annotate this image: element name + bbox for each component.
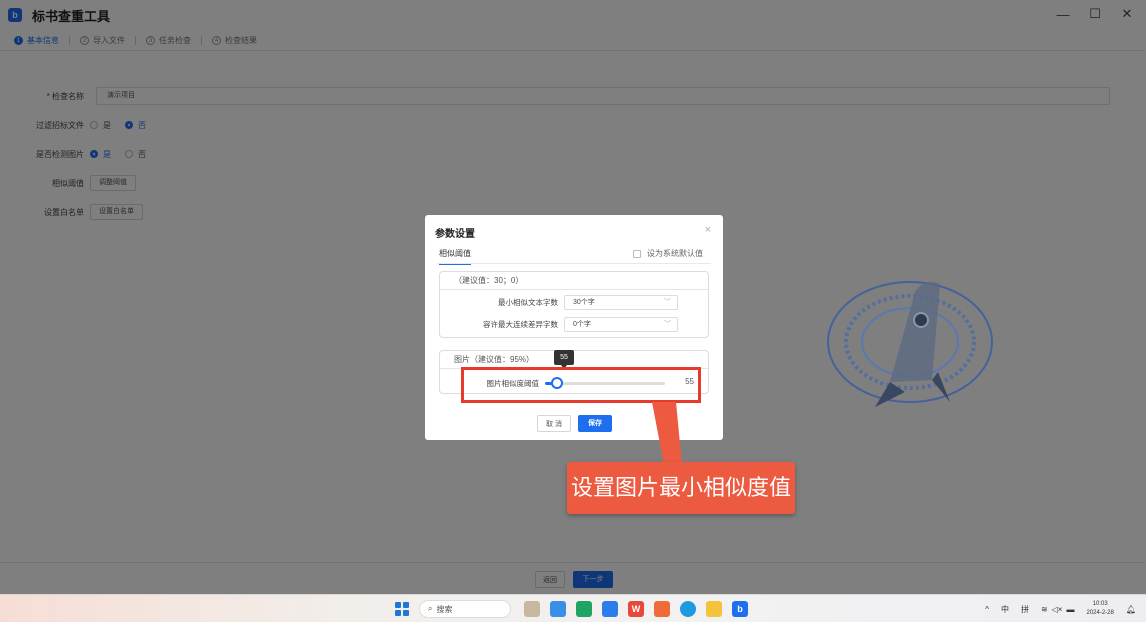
explorer-icon[interactable] <box>602 601 618 617</box>
annotation-callout: 设置图片最小相似度值 <box>567 462 795 514</box>
checkbox-icon <box>633 249 641 258</box>
dialog-title: 参数设置 <box>435 229 475 240</box>
max-diff-row: 容许最大连续差异字数 0个字 ﹀ <box>440 316 710 332</box>
rocket-illustration <box>827 281 993 407</box>
max-diff-select[interactable]: 0个字 ﹀ <box>564 316 678 332</box>
save-button[interactable]: 保存 <box>578 415 612 432</box>
battery-icon[interactable]: ▬ <box>1066 605 1074 614</box>
wifi-icon[interactable]: ≋ <box>1041 605 1048 614</box>
wechat-icon[interactable] <box>576 601 592 617</box>
mail-icon[interactable] <box>654 601 670 617</box>
bid-check-app-icon[interactable]: b <box>732 601 748 617</box>
search-placeholder: 搜索 <box>436 604 453 614</box>
assistant-icon[interactable] <box>550 601 566 617</box>
checkbox-label: 设为系统默认值 <box>647 249 703 258</box>
text-box-header: （建议值：30；0） <box>440 272 708 290</box>
taskbar-apps: ⌕ 搜索 W b <box>395 599 753 619</box>
text-threshold-box: （建议值：30；0） 最小相似文本字数 30个字 ﹀ 容许最大连续差异字数 0个… <box>439 271 709 338</box>
notification-bell-icon[interactable]: 🔔︎ <box>1126 605 1136 614</box>
settings-dialog: 参数设置 × 相似阈值 设为系统默认值 （建议值：30；0） 最小相似文本字数 … <box>425 215 723 440</box>
taskbar: ⌕ 搜索 W b ^ 中 拼 ≋ ◁× ▬ 10:03 2024-2-28 🔔︎ <box>0 594 1146 622</box>
chevron-down-icon: ﹀ <box>664 298 671 306</box>
taskbar-search[interactable]: ⌕ 搜索 <box>419 600 511 618</box>
ime-pinyin[interactable]: 拼 <box>1021 604 1029 615</box>
chevron-down-icon: ﹀ <box>664 320 671 328</box>
cancel-button[interactable]: 取 消 <box>537 415 571 432</box>
max-diff-label: 容许最大连续差异字数 <box>483 319 558 329</box>
slider-tooltip: 55 <box>554 350 574 369</box>
min-words-select[interactable]: 30个字 ﹀ <box>564 294 678 310</box>
min-words-label: 最小相似文本字数 <box>498 297 558 307</box>
set-default-checkbox[interactable]: 设为系统默认值 <box>633 248 703 259</box>
clock-date: 2024-2-28 <box>1086 610 1114 616</box>
search-icon: ⌕ <box>428 604 433 613</box>
select-value: 0个字 <box>573 320 591 328</box>
select-value: 30个字 <box>573 298 595 306</box>
folder-icon[interactable] <box>706 601 722 617</box>
dialog-close-icon[interactable]: × <box>705 224 711 236</box>
edge-browser-icon[interactable] <box>680 601 696 617</box>
min-words-row: 最小相似文本字数 30个字 ﹀ <box>440 294 710 310</box>
volume-icon[interactable]: ◁× <box>1052 605 1063 614</box>
widget-icon[interactable] <box>524 601 540 617</box>
system-tray: ^ 中 拼 ≋ ◁× ▬ 10:03 2024-2-28 🔔︎ <box>973 599 1136 619</box>
clock[interactable]: 10:03 2024-2-28 <box>1086 600 1113 618</box>
windows-start-icon[interactable] <box>395 602 409 616</box>
wps-icon[interactable]: W <box>628 601 644 617</box>
ime-mode[interactable]: 中 <box>1001 604 1009 615</box>
tray-chevron-icon[interactable]: ^ <box>985 605 989 614</box>
tab-divider <box>437 263 711 264</box>
annotation-highlight-box <box>461 367 701 403</box>
clock-time: 10:03 <box>1092 601 1108 607</box>
